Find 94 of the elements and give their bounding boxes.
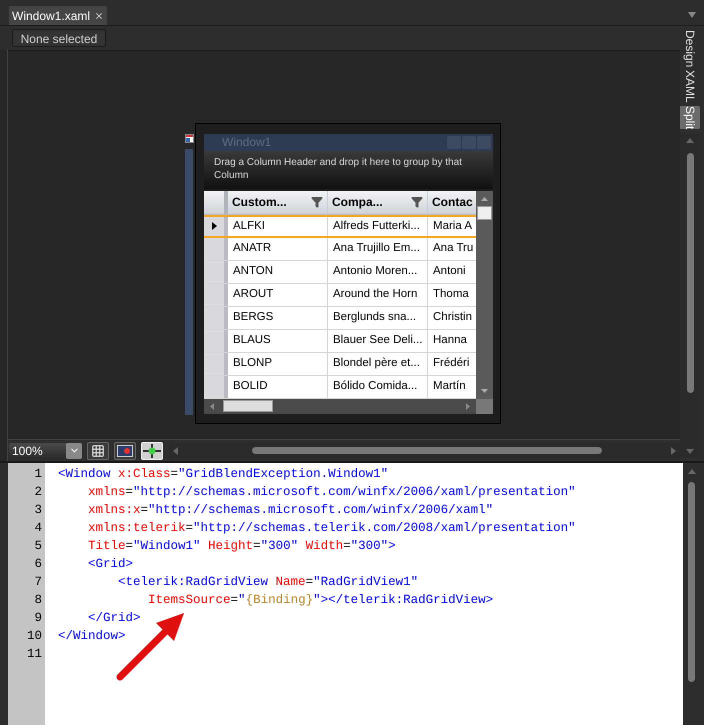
grid-cell-text: Frédéri (432, 356, 470, 372)
line-number: 5 (34, 538, 42, 555)
grid-cell: Ana Trujillo Em... (328, 238, 428, 260)
grid-icon (91, 444, 105, 458)
crosshair-icon (143, 444, 161, 458)
grid-cell-text: Thoma (432, 287, 470, 302)
grid-cell: ANATR (228, 238, 328, 260)
grid-cell: BOLID (228, 376, 328, 398)
window-icon (185, 134, 194, 143)
selection-button[interactable]: None selected (12, 28, 106, 47)
code-line: xmlns="http://schemas.microsoft.com/winfx/2006/xaml/presentation" (87, 484, 576, 501)
code-line: <Grid> (87, 556, 134, 573)
line-number: 8 (34, 592, 42, 609)
row-indicator (204, 238, 228, 260)
grid-cell-text: Maria A (432, 218, 473, 234)
grid-row[interactable]: ANTON Antonio Moren... Antoni (204, 260, 476, 284)
code-line: xmlns:x="http://schemas.microsoft.com/winfx/2006/xaml" (87, 502, 494, 519)
line-number: 10 (26, 628, 42, 645)
grid-cell: Berglunds sna... (328, 306, 428, 329)
line-number: 6 (34, 556, 42, 573)
column-header[interactable]: Custom... (228, 190, 328, 214)
grid-cell-text: Christin (432, 310, 473, 326)
horizontal-scrollbar[interactable] (204, 398, 476, 414)
code-line: ItemsSource="{Binding}"></telerik:RadGridView> (147, 592, 494, 609)
scroll-up-icon[interactable] (688, 469, 696, 474)
row-indicator (204, 376, 228, 398)
scroll-right-icon[interactable] (466, 402, 470, 410)
grid-cell: Antonio Moren... (328, 260, 428, 283)
current-row-icon (212, 222, 216, 230)
column-header[interactable]: Contac (428, 190, 476, 214)
scroll-left-icon[interactable] (173, 446, 178, 455)
group-panel: Drag a Column Header and drop it here to group by that Column (204, 150, 493, 189)
line-number: 2 (34, 484, 42, 501)
code-line: <telerik:RadGridView Name="RadGridView1" (117, 574, 418, 591)
grid-cell-text: Martín (432, 379, 467, 394)
line-number: 3 (34, 502, 42, 519)
view-tab[interactable]: Split (680, 106, 700, 130)
row-indicator (204, 352, 228, 375)
filter-icon[interactable] (311, 196, 323, 208)
line-number: 9 (34, 610, 42, 627)
grid-cell: BLAUS (228, 330, 328, 352)
scroll-thumb[interactable] (477, 206, 492, 220)
grid-cell: Blondel père et... (328, 352, 428, 375)
scroll-down-icon[interactable] (686, 449, 694, 454)
grid-row[interactable]: ALFKI Alfreds Futterki... Maria A (204, 214, 476, 238)
line-number: 11 (26, 646, 42, 663)
dropdown-icon[interactable] (688, 12, 696, 18)
row-indicator (204, 330, 228, 352)
grid-cell: Bólido Comida... (328, 376, 428, 398)
grid-cell: AROUT (228, 284, 328, 306)
view-toggle-button[interactable] (87, 442, 109, 460)
line-number: 1 (34, 466, 42, 483)
line-number: 7 (34, 574, 42, 591)
grid-cell-text: Ana Tru (432, 241, 474, 256)
view-toggle-button[interactable] (114, 442, 136, 460)
grid-cell: ANTON (228, 260, 328, 283)
scroll-down-icon[interactable] (481, 388, 488, 393)
grid-row[interactable]: AROUT Around the Horn Thoma (204, 284, 476, 307)
grid-cell-text: Hanna (432, 333, 468, 348)
scroll-right-icon[interactable] (671, 446, 676, 455)
grid-row[interactable]: BLONP Blondel père et... Frédéri (204, 352, 476, 376)
scroll-up-icon[interactable] (686, 138, 694, 144)
scroll-thumb[interactable] (223, 400, 273, 412)
grid-cell: BERGS (228, 306, 328, 329)
grid-row[interactable]: BLAUS Blauer See Deli... Hanna (204, 330, 476, 353)
grid-row[interactable]: BERGS Berglunds sna... Christin (204, 306, 476, 330)
filter-icon[interactable] (411, 196, 423, 208)
column-header[interactable]: Compa... (328, 190, 428, 214)
scroll-left-icon[interactable] (210, 402, 214, 410)
scroll-up-icon[interactable] (481, 196, 488, 201)
row-indicator (204, 284, 228, 306)
zoom-combobox[interactable]: 100% (9, 442, 82, 459)
code-line: <Window x:Class="GridBlendException.Window1" (58, 466, 388, 483)
code-line: xmlns:telerik="http://schemas.telerik.com/2008/xaml/presentation" (87, 520, 576, 537)
grid-row[interactable]: ANATR Ana Trujillo Em... Ana Tru (204, 238, 476, 261)
grid-cell: ALFKI (228, 216, 328, 236)
grid-cell: Blauer See Deli... (328, 330, 428, 352)
close-icon[interactable] (94, 10, 104, 20)
code-line: </Grid> (87, 610, 141, 627)
scroll-corner (476, 398, 493, 414)
row-indicator (204, 306, 228, 329)
scroll-thumb[interactable] (686, 153, 694, 394)
scroll-thumb[interactable] (688, 482, 695, 682)
grid-cell-text: Antoni (432, 264, 467, 280)
line-number: 4 (34, 520, 42, 537)
grid-cell: Alfreds Futterki... (328, 216, 428, 236)
grid-cell: BLONP (228, 352, 328, 375)
scroll-thumb[interactable] (252, 447, 602, 454)
row-indicator (204, 260, 228, 283)
document-tab[interactable]: Window1.xaml (9, 6, 108, 25)
code-line: Title="Window1" Height="300" Width="300"> (87, 538, 396, 555)
grid-cell: Around the Horn (328, 284, 428, 306)
effects-icon (117, 444, 133, 457)
code-line: </Window> (58, 628, 126, 645)
